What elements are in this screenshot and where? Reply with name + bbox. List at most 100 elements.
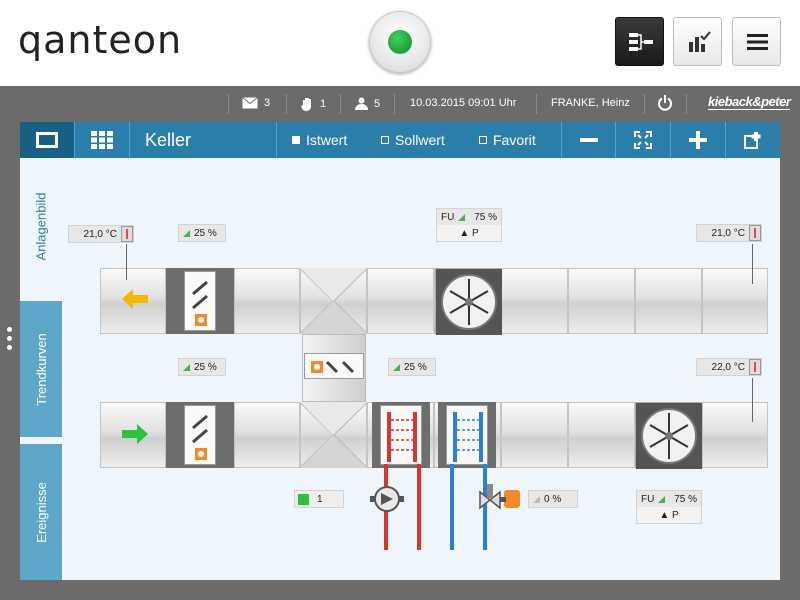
tab-ereignisse-label: Ereignisse xyxy=(33,481,49,543)
schematic-view-button[interactable] xyxy=(615,17,664,66)
recirc-damper-value: 25 % xyxy=(404,361,427,373)
cooling-coil-icon xyxy=(453,412,483,462)
more-options-handle[interactable] xyxy=(7,327,13,354)
users-indicator[interactable]: 5 xyxy=(355,97,380,110)
separator xyxy=(228,94,229,114)
fan-icon xyxy=(636,403,702,469)
supply-air-arrow-icon xyxy=(122,424,148,444)
users-count: 5 xyxy=(374,97,381,110)
kieback-peter-logo: kieback&peter xyxy=(708,94,791,110)
grid-view-button[interactable] xyxy=(75,122,130,158)
new-window-button[interactable] xyxy=(726,122,780,158)
system-status-button[interactable] xyxy=(369,11,431,73)
datetime-label: 10.03.2015 09:01 Uhr xyxy=(410,97,517,109)
supply-damper[interactable] xyxy=(184,405,216,465)
outside-temp-display[interactable]: 21,0 °C xyxy=(68,225,134,243)
user-icon xyxy=(355,97,368,110)
heat-recovery-bottom-icon xyxy=(300,402,367,468)
supply-temp-value: 22,0 °C xyxy=(711,361,745,373)
fit-view-button[interactable] xyxy=(616,122,671,158)
plus-icon xyxy=(689,131,707,149)
valve-icon[interactable] xyxy=(474,482,520,518)
messages-count: 3 xyxy=(264,97,271,109)
exhaust-damper-value: 25 % xyxy=(194,227,217,239)
heating-return-pipe xyxy=(417,464,421,550)
tab-ereignisse[interactable]: Ereignisse xyxy=(20,444,62,580)
separator xyxy=(644,94,645,114)
exhaust-temp-value: 21,0 °C xyxy=(711,227,745,239)
tab-anlagenbild[interactable]: Anlagenbild xyxy=(20,158,62,295)
fu-label: FU xyxy=(441,211,455,223)
single-window-icon xyxy=(36,132,58,148)
valve-value: 0 % xyxy=(544,493,562,505)
outside-temp-value: 21,0 °C xyxy=(83,228,117,240)
signal-icon xyxy=(183,363,190,371)
alarms-indicator[interactable]: 1 xyxy=(301,97,326,111)
sollwert-toggle[interactable]: Sollwert xyxy=(381,132,445,148)
separator xyxy=(686,94,687,114)
envelope-icon xyxy=(242,97,258,109)
recirculation-damper[interactable] xyxy=(304,353,364,379)
duct-segment xyxy=(501,402,568,468)
duct-segment xyxy=(568,268,635,334)
alarms-count: 1 xyxy=(320,98,327,110)
pump-status-display[interactable]: 1 xyxy=(294,490,344,508)
exhaust-fan-display[interactable]: FU 75 % ▲ P xyxy=(436,208,502,242)
supply-fan-mode: ▲ P xyxy=(637,507,701,523)
zoom-out-button[interactable] xyxy=(561,122,616,158)
exhaust-fan[interactable] xyxy=(435,268,502,335)
duct-segment xyxy=(702,402,768,468)
power-icon xyxy=(658,95,672,111)
cooling-supply-pipe xyxy=(450,464,454,550)
favorit-toggle[interactable]: Favorit xyxy=(479,132,536,148)
damper-blades-icon xyxy=(192,414,208,460)
fullscreen-icon xyxy=(634,131,652,149)
valve-display[interactable]: 0 % xyxy=(528,490,578,508)
single-view-button[interactable] xyxy=(20,122,75,158)
schematic-icon xyxy=(629,33,653,51)
favorit-checkbox[interactable] xyxy=(479,136,487,144)
supply-fan-display[interactable]: FU 75 % ▲ P xyxy=(636,490,702,524)
chart-check-icon xyxy=(689,31,711,52)
recirc-damper-display[interactable]: 25 % xyxy=(388,358,436,376)
duct-segment xyxy=(501,268,568,334)
grid-icon xyxy=(91,131,113,149)
supply-fan[interactable] xyxy=(635,402,702,469)
logout-button[interactable] xyxy=(657,95,673,111)
sollwert-checkbox[interactable] xyxy=(381,136,389,144)
sensor-probe xyxy=(752,378,753,422)
exhaust-damper-display[interactable]: 25 % xyxy=(178,224,226,242)
view-sidebar: Anlagenbild Trendkurven Ereignisse xyxy=(20,158,62,580)
trend-check-button[interactable] xyxy=(673,17,722,66)
plant-panel: Keller Istwert Sollwert Favorit Anlagenb… xyxy=(20,122,780,580)
status-led xyxy=(388,30,412,54)
favorit-label: Favorit xyxy=(493,132,536,148)
cooling-coil[interactable] xyxy=(446,405,488,465)
tab-trendkurven[interactable]: Trendkurven xyxy=(20,301,62,437)
exhaust-fan-mode: ▲ P xyxy=(437,225,501,241)
signal-icon xyxy=(393,363,400,371)
pump-icon[interactable] xyxy=(370,484,404,514)
tab-anlagenbild-label: Anlagenbild xyxy=(33,192,49,261)
istwert-checkbox[interactable] xyxy=(292,136,300,144)
signal-icon xyxy=(533,495,540,503)
main-menu-button[interactable] xyxy=(732,17,781,66)
exhaust-air-arrow-icon xyxy=(122,289,148,309)
sollwert-label: Sollwert xyxy=(395,132,445,148)
istwert-toggle[interactable]: Istwert xyxy=(292,132,347,148)
pump-running-indicator xyxy=(298,493,309,505)
supply-damper-display[interactable]: 25 % xyxy=(178,358,226,376)
heating-coil[interactable] xyxy=(380,405,422,465)
zoom-in-button[interactable] xyxy=(671,122,726,158)
fu-label: FU xyxy=(641,493,655,505)
signal-icon xyxy=(658,495,666,503)
supply-temp-display[interactable]: 22,0 °C xyxy=(696,358,762,376)
separator xyxy=(536,94,537,114)
page-title: Keller xyxy=(145,130,192,150)
fan-icon xyxy=(436,269,502,335)
logged-in-user: FRANKE, Heinz xyxy=(551,97,630,109)
exhaust-temp-display[interactable]: 21,0 °C xyxy=(696,224,762,242)
status-info-bar: 3 1 5 10.03.2015 09:01 Uhr FRANKE, Heinz… xyxy=(0,86,800,122)
messages-indicator[interactable]: 3 xyxy=(242,97,270,109)
exhaust-damper[interactable] xyxy=(184,271,216,331)
